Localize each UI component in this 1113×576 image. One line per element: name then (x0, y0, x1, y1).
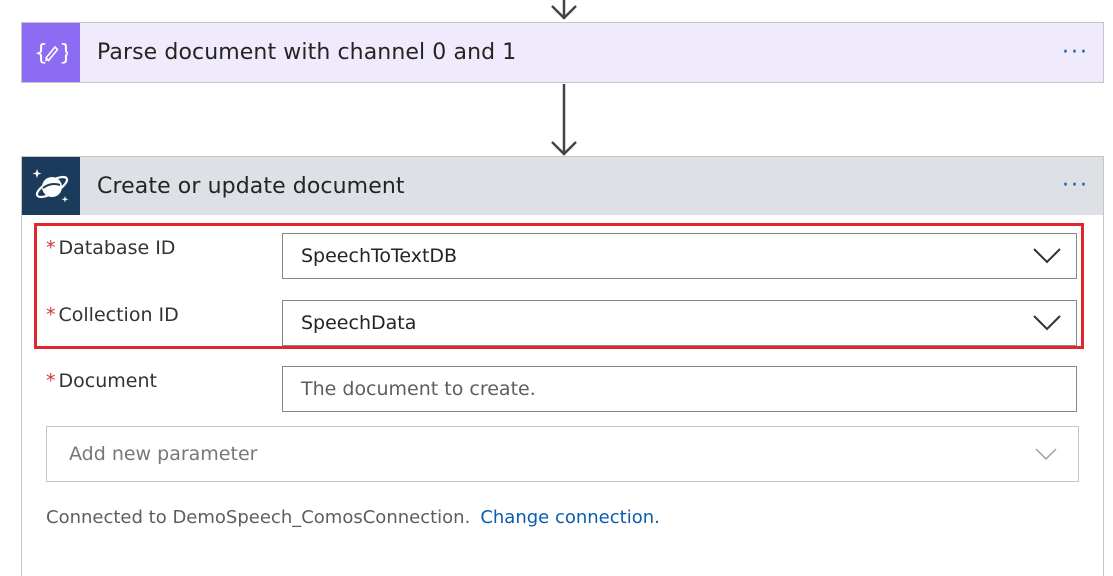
parse-card-more-button[interactable]: ··· (1062, 41, 1089, 64)
add-new-parameter-label: Add new parameter (69, 443, 258, 465)
parse-card-title: Parse document with channel 0 and 1 (97, 40, 517, 65)
data-operation-icon: { } (22, 23, 80, 82)
cosmos-db-planet-icon (22, 157, 80, 215)
parse-document-action-card[interactable]: { } Parse document with channel 0 and 1 … (21, 22, 1104, 83)
cosmos-card-title: Create or update document (97, 173, 405, 199)
add-new-parameter-dropdown[interactable]: Add new parameter (46, 426, 1079, 482)
flow-arrow-middle (548, 84, 580, 156)
arrow-down-icon (551, 84, 577, 156)
arrow-down-icon (551, 0, 577, 20)
connection-info: Connected to DemoSpeech_ComosConnection.… (46, 507, 660, 528)
document-input[interactable]: The document to create. (282, 366, 1077, 412)
document-label: * Document (46, 370, 157, 392)
svg-text:{: { (34, 41, 48, 66)
document-row: * Document The document to create. (46, 366, 1077, 412)
connection-text: Connected to DemoSpeech_ComosConnection. (46, 507, 471, 528)
highlight-box (34, 223, 1084, 349)
flow-arrow-top (548, 0, 580, 20)
svg-text:}: } (59, 41, 68, 66)
chevron-down-icon (1035, 448, 1057, 461)
create-document-action-card: Create or update document ··· * Database … (21, 156, 1104, 576)
parse-card-header[interactable]: { } Parse document with channel 0 and 1 … (22, 23, 1103, 82)
cosmos-card-header[interactable]: Create or update document ··· (22, 157, 1103, 215)
document-placeholder: The document to create. (301, 378, 536, 400)
cosmos-card-more-button[interactable]: ··· (1062, 175, 1089, 197)
change-connection-link[interactable]: Change connection. (480, 507, 660, 528)
